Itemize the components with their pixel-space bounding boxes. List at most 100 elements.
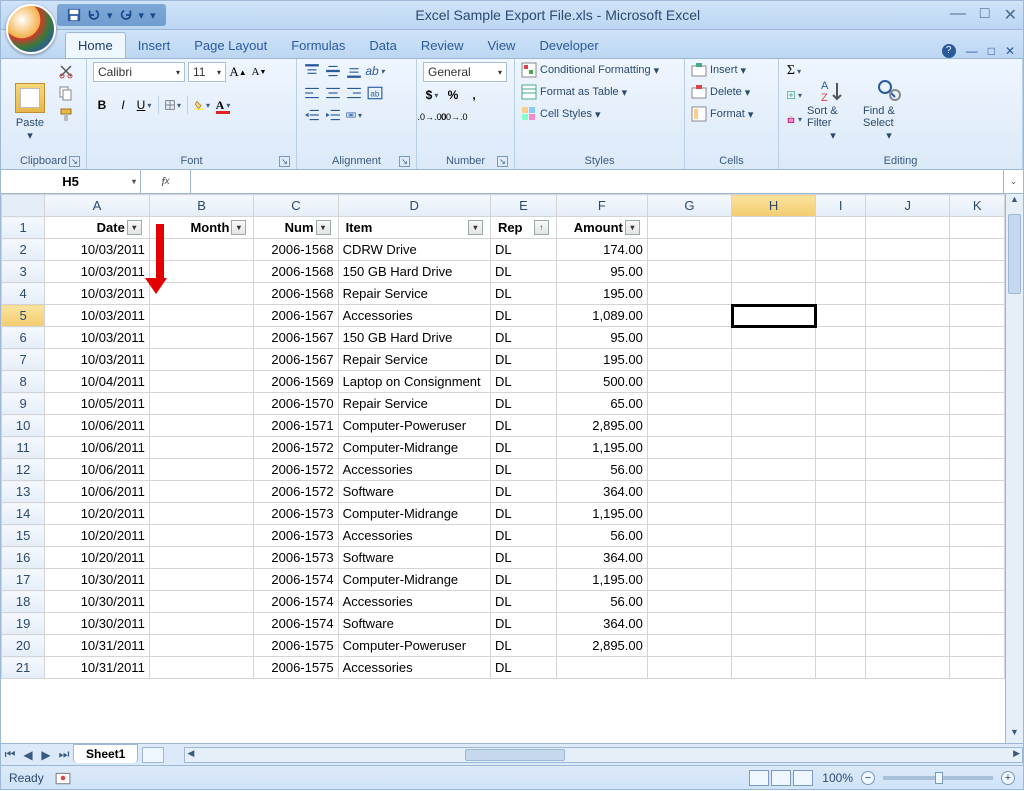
accounting-format-icon[interactable]: $	[423, 86, 441, 104]
col-header-I[interactable]: I	[816, 195, 866, 217]
cell-E17[interactable]: DL	[490, 569, 556, 591]
align-middle-icon[interactable]	[324, 62, 342, 80]
cell-F12[interactable]: 56.00	[556, 459, 647, 481]
cell-G17[interactable]	[647, 569, 731, 591]
cell-F2[interactable]: 174.00	[556, 239, 647, 261]
align-top-icon[interactable]	[303, 62, 321, 80]
cell-H8[interactable]	[732, 371, 816, 393]
cell-D17[interactable]: Computer-Midrange	[338, 569, 490, 591]
cell[interactable]	[950, 217, 1005, 239]
cell-A2[interactable]: 10/03/2011	[45, 239, 150, 261]
cell-A8[interactable]: 10/04/2011	[45, 371, 150, 393]
maximize-button[interactable]: □	[980, 5, 990, 25]
tab-formulas[interactable]: Formulas	[279, 33, 357, 58]
cell-K3[interactable]	[950, 261, 1005, 283]
cell-G12[interactable]	[647, 459, 731, 481]
zoom-out-button[interactable]: −	[861, 771, 875, 785]
col-header-F[interactable]: F	[556, 195, 647, 217]
cell-F14[interactable]: 1,195.00	[556, 503, 647, 525]
cell-C9[interactable]: 2006-1570	[254, 393, 338, 415]
row-header-14[interactable]: 14	[2, 503, 45, 525]
cell-A9[interactable]: 10/05/2011	[45, 393, 150, 415]
cell-J14[interactable]	[866, 503, 950, 525]
cell-K11[interactable]	[950, 437, 1005, 459]
filter-rep[interactable]: ↑	[534, 220, 549, 235]
number-format-combo[interactable]: General▾	[423, 62, 507, 82]
cell-J19[interactable]	[866, 613, 950, 635]
cell-F4[interactable]: 195.00	[556, 283, 647, 305]
filter-month[interactable]: ▾	[231, 220, 246, 235]
cell-D9[interactable]: Repair Service	[338, 393, 490, 415]
save-icon[interactable]	[67, 8, 81, 22]
find-select-button[interactable]: Find & Select▾	[863, 62, 915, 142]
col-header-G[interactable]: G	[647, 195, 731, 217]
align-bottom-icon[interactable]	[345, 62, 363, 80]
row-header-8[interactable]: 8	[2, 371, 45, 393]
cell-I5[interactable]	[816, 305, 866, 327]
vertical-scrollbar[interactable]: ▲ ▼	[1005, 194, 1023, 743]
cell-A3[interactable]: 10/03/2011	[45, 261, 150, 283]
cell-F15[interactable]: 56.00	[556, 525, 647, 547]
cell-J7[interactable]	[866, 349, 950, 371]
cell-G21[interactable]	[647, 657, 731, 679]
cell-I2[interactable]	[816, 239, 866, 261]
cell-B17[interactable]	[149, 569, 254, 591]
cell-H5[interactable]	[732, 305, 816, 327]
row-header-2[interactable]: 2	[2, 239, 45, 261]
cell-A5[interactable]: 10/03/2011	[45, 305, 150, 327]
cell-F7[interactable]: 195.00	[556, 349, 647, 371]
cell-G10[interactable]	[647, 415, 731, 437]
header-cell-rep[interactable]: Rep↑	[490, 217, 556, 239]
cell-D8[interactable]: Laptop on Consignment	[338, 371, 490, 393]
cell-G19[interactable]	[647, 613, 731, 635]
col-header-C[interactable]: C	[254, 195, 338, 217]
cell-I20[interactable]	[816, 635, 866, 657]
cell-K7[interactable]	[950, 349, 1005, 371]
cell-F17[interactable]: 1,195.00	[556, 569, 647, 591]
row-header-11[interactable]: 11	[2, 437, 45, 459]
cell-F5[interactable]: 1,089.00	[556, 305, 647, 327]
merge-center-icon[interactable]	[345, 106, 363, 124]
cell-J4[interactable]	[866, 283, 950, 305]
cell-H19[interactable]	[732, 613, 816, 635]
cell-C16[interactable]: 2006-1573	[254, 547, 338, 569]
zoom-slider[interactable]	[883, 776, 993, 780]
cell-C14[interactable]: 2006-1573	[254, 503, 338, 525]
decrease-indent-icon[interactable]	[303, 106, 321, 124]
new-sheet-button[interactable]	[142, 747, 164, 763]
cell-H10[interactable]	[732, 415, 816, 437]
cell-B5[interactable]	[149, 305, 254, 327]
cell-H13[interactable]	[732, 481, 816, 503]
cell-H15[interactable]	[732, 525, 816, 547]
cell-J20[interactable]	[866, 635, 950, 657]
cell-A17[interactable]: 10/30/2011	[45, 569, 150, 591]
cell-E12[interactable]: DL	[490, 459, 556, 481]
cell-E5[interactable]: DL	[490, 305, 556, 327]
cell-G16[interactable]	[647, 547, 731, 569]
cell-J11[interactable]	[866, 437, 950, 459]
cell-C21[interactable]: 2006-1575	[254, 657, 338, 679]
cell-J16[interactable]	[866, 547, 950, 569]
col-header-D[interactable]: D	[338, 195, 490, 217]
cell-H6[interactable]	[732, 327, 816, 349]
cell-G13[interactable]	[647, 481, 731, 503]
cell-H16[interactable]	[732, 547, 816, 569]
cell-B18[interactable]	[149, 591, 254, 613]
sort-filter-button[interactable]: AZ Sort & Filter▾	[807, 62, 859, 142]
cell-K20[interactable]	[950, 635, 1005, 657]
cell-C18[interactable]: 2006-1574	[254, 591, 338, 613]
cell-A21[interactable]: 10/31/2011	[45, 657, 150, 679]
cell-F19[interactable]: 364.00	[556, 613, 647, 635]
cell-C19[interactable]: 2006-1574	[254, 613, 338, 635]
row-header-6[interactable]: 6	[2, 327, 45, 349]
cell-E21[interactable]: DL	[490, 657, 556, 679]
cell-C15[interactable]: 2006-1573	[254, 525, 338, 547]
row-header-10[interactable]: 10	[2, 415, 45, 437]
row-header-13[interactable]: 13	[2, 481, 45, 503]
cell-E10[interactable]: DL	[490, 415, 556, 437]
prev-sheet-button[interactable]: ◀	[19, 748, 37, 762]
cell-J10[interactable]	[866, 415, 950, 437]
format-as-table-button[interactable]: Format as Table ▾	[521, 84, 678, 100]
cell-E4[interactable]: DL	[490, 283, 556, 305]
cell-D2[interactable]: CDRW Drive	[338, 239, 490, 261]
